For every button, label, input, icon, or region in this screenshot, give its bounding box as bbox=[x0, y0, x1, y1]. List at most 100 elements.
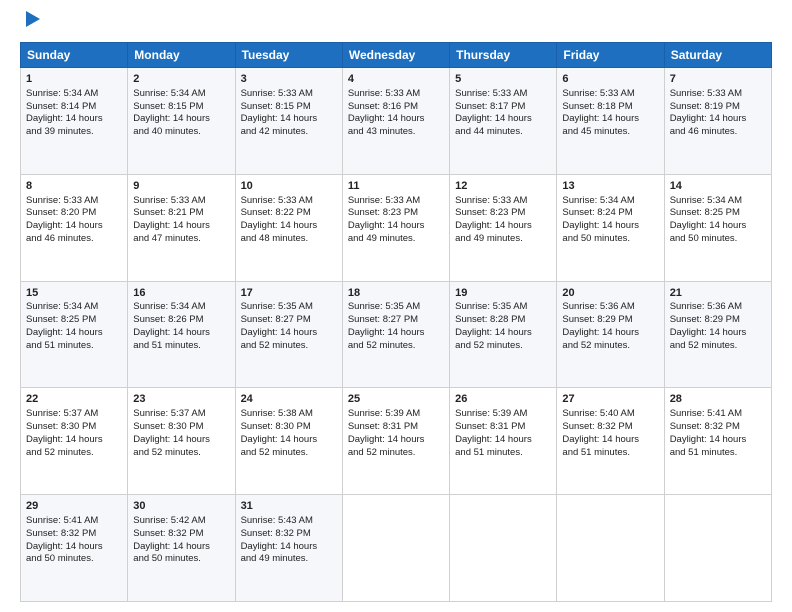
day-number: 10 bbox=[241, 179, 337, 194]
calendar-week-row: 8Sunrise: 5:33 AMSunset: 8:20 PMDaylight… bbox=[21, 174, 772, 281]
day-info-line: Daylight: 14 hours bbox=[348, 327, 444, 340]
day-info-line: Daylight: 14 hours bbox=[26, 220, 122, 233]
day-info-line: Daylight: 14 hours bbox=[348, 220, 444, 233]
day-info-line: Sunrise: 5:33 AM bbox=[241, 195, 337, 208]
day-info-line: Daylight: 14 hours bbox=[241, 434, 337, 447]
day-info-line: Sunset: 8:29 PM bbox=[562, 314, 658, 327]
day-info-line: Sunrise: 5:34 AM bbox=[562, 195, 658, 208]
calendar-cell bbox=[557, 495, 664, 602]
day-info-line: Sunset: 8:15 PM bbox=[241, 101, 337, 114]
day-info-line: and 52 minutes. bbox=[455, 340, 551, 353]
day-info-line: Daylight: 14 hours bbox=[26, 434, 122, 447]
calendar-cell: 19Sunrise: 5:35 AMSunset: 8:28 PMDayligh… bbox=[450, 281, 557, 388]
day-info-line: Sunrise: 5:39 AM bbox=[455, 408, 551, 421]
day-info-line: Sunrise: 5:34 AM bbox=[133, 301, 229, 314]
day-info-line: Sunset: 8:15 PM bbox=[133, 101, 229, 114]
day-info-line: Sunrise: 5:39 AM bbox=[348, 408, 444, 421]
day-number: 13 bbox=[562, 179, 658, 194]
calendar-cell: 29Sunrise: 5:41 AMSunset: 8:32 PMDayligh… bbox=[21, 495, 128, 602]
day-info-line: Sunset: 8:19 PM bbox=[670, 101, 766, 114]
day-info-line: Sunset: 8:22 PM bbox=[241, 207, 337, 220]
calendar-cell: 24Sunrise: 5:38 AMSunset: 8:30 PMDayligh… bbox=[235, 388, 342, 495]
day-number: 7 bbox=[670, 72, 766, 87]
calendar-cell: 20Sunrise: 5:36 AMSunset: 8:29 PMDayligh… bbox=[557, 281, 664, 388]
day-number: 29 bbox=[26, 499, 122, 514]
day-info-line: Sunrise: 5:36 AM bbox=[562, 301, 658, 314]
day-info-line: Daylight: 14 hours bbox=[455, 113, 551, 126]
day-info-line: Sunset: 8:17 PM bbox=[455, 101, 551, 114]
day-number: 11 bbox=[348, 179, 444, 194]
day-number: 23 bbox=[133, 392, 229, 407]
calendar-cell: 18Sunrise: 5:35 AMSunset: 8:27 PMDayligh… bbox=[342, 281, 449, 388]
calendar-cell: 10Sunrise: 5:33 AMSunset: 8:22 PMDayligh… bbox=[235, 174, 342, 281]
day-number: 28 bbox=[670, 392, 766, 407]
day-info-line: Sunset: 8:23 PM bbox=[455, 207, 551, 220]
day-info-line: and 52 minutes. bbox=[26, 447, 122, 460]
day-number: 12 bbox=[455, 179, 551, 194]
calendar-cell bbox=[664, 495, 771, 602]
day-info-line: Sunrise: 5:34 AM bbox=[133, 88, 229, 101]
day-info-line: and 51 minutes. bbox=[455, 447, 551, 460]
day-info-line: Daylight: 14 hours bbox=[26, 541, 122, 554]
day-info-line: Daylight: 14 hours bbox=[562, 434, 658, 447]
calendar-cell: 8Sunrise: 5:33 AMSunset: 8:20 PMDaylight… bbox=[21, 174, 128, 281]
day-number: 17 bbox=[241, 286, 337, 301]
day-info-line: Sunrise: 5:35 AM bbox=[241, 301, 337, 314]
day-number: 15 bbox=[26, 286, 122, 301]
calendar-cell: 31Sunrise: 5:43 AMSunset: 8:32 PMDayligh… bbox=[235, 495, 342, 602]
calendar-week-row: 29Sunrise: 5:41 AMSunset: 8:32 PMDayligh… bbox=[21, 495, 772, 602]
logo bbox=[20, 16, 44, 34]
calendar: SundayMondayTuesdayWednesdayThursdayFrid… bbox=[20, 42, 772, 602]
day-info-line: and 42 minutes. bbox=[241, 126, 337, 139]
calendar-cell: 6Sunrise: 5:33 AMSunset: 8:18 PMDaylight… bbox=[557, 68, 664, 175]
day-info-line: Daylight: 14 hours bbox=[133, 220, 229, 233]
day-info-line: Daylight: 14 hours bbox=[26, 327, 122, 340]
day-info-line: Sunrise: 5:33 AM bbox=[241, 88, 337, 101]
day-info-line: Sunset: 8:32 PM bbox=[133, 528, 229, 541]
day-info-line: Daylight: 14 hours bbox=[133, 327, 229, 340]
day-info-line: and 49 minutes. bbox=[241, 553, 337, 566]
day-info-line: Sunrise: 5:34 AM bbox=[26, 301, 122, 314]
weekday-header-monday: Monday bbox=[128, 43, 235, 68]
calendar-cell: 12Sunrise: 5:33 AMSunset: 8:23 PMDayligh… bbox=[450, 174, 557, 281]
day-info-line: Sunrise: 5:41 AM bbox=[670, 408, 766, 421]
day-info-line: Sunset: 8:27 PM bbox=[241, 314, 337, 327]
day-info-line: Daylight: 14 hours bbox=[670, 327, 766, 340]
day-number: 19 bbox=[455, 286, 551, 301]
calendar-cell: 16Sunrise: 5:34 AMSunset: 8:26 PMDayligh… bbox=[128, 281, 235, 388]
calendar-cell: 13Sunrise: 5:34 AMSunset: 8:24 PMDayligh… bbox=[557, 174, 664, 281]
day-info-line: and 52 minutes. bbox=[348, 340, 444, 353]
day-number: 6 bbox=[562, 72, 658, 87]
page: SundayMondayTuesdayWednesdayThursdayFrid… bbox=[0, 0, 792, 612]
day-info-line: Sunset: 8:14 PM bbox=[26, 101, 122, 114]
day-info-line: Sunset: 8:32 PM bbox=[562, 421, 658, 434]
day-info-line: and 52 minutes. bbox=[241, 340, 337, 353]
day-info-line: and 46 minutes. bbox=[26, 233, 122, 246]
day-number: 8 bbox=[26, 179, 122, 194]
day-number: 18 bbox=[348, 286, 444, 301]
calendar-cell: 9Sunrise: 5:33 AMSunset: 8:21 PMDaylight… bbox=[128, 174, 235, 281]
day-info-line: Daylight: 14 hours bbox=[241, 327, 337, 340]
day-info-line: and 52 minutes. bbox=[348, 447, 444, 460]
day-info-line: Sunrise: 5:38 AM bbox=[241, 408, 337, 421]
day-info-line: Sunrise: 5:35 AM bbox=[455, 301, 551, 314]
day-info-line: Daylight: 14 hours bbox=[348, 434, 444, 447]
day-info-line: and 47 minutes. bbox=[133, 233, 229, 246]
day-number: 27 bbox=[562, 392, 658, 407]
day-number: 31 bbox=[241, 499, 337, 514]
weekday-header-wednesday: Wednesday bbox=[342, 43, 449, 68]
day-info-line: Daylight: 14 hours bbox=[133, 434, 229, 447]
calendar-cell: 25Sunrise: 5:39 AMSunset: 8:31 PMDayligh… bbox=[342, 388, 449, 495]
day-number: 1 bbox=[26, 72, 122, 87]
day-number: 3 bbox=[241, 72, 337, 87]
day-info-line: and 43 minutes. bbox=[348, 126, 444, 139]
day-number: 9 bbox=[133, 179, 229, 194]
day-info-line: Sunrise: 5:33 AM bbox=[133, 195, 229, 208]
day-info-line: Daylight: 14 hours bbox=[562, 220, 658, 233]
day-info-line: Sunrise: 5:43 AM bbox=[241, 515, 337, 528]
day-info-line: Sunset: 8:23 PM bbox=[348, 207, 444, 220]
day-info-line: Sunrise: 5:33 AM bbox=[348, 195, 444, 208]
calendar-week-row: 15Sunrise: 5:34 AMSunset: 8:25 PMDayligh… bbox=[21, 281, 772, 388]
day-info-line: Sunset: 8:26 PM bbox=[133, 314, 229, 327]
day-number: 20 bbox=[562, 286, 658, 301]
